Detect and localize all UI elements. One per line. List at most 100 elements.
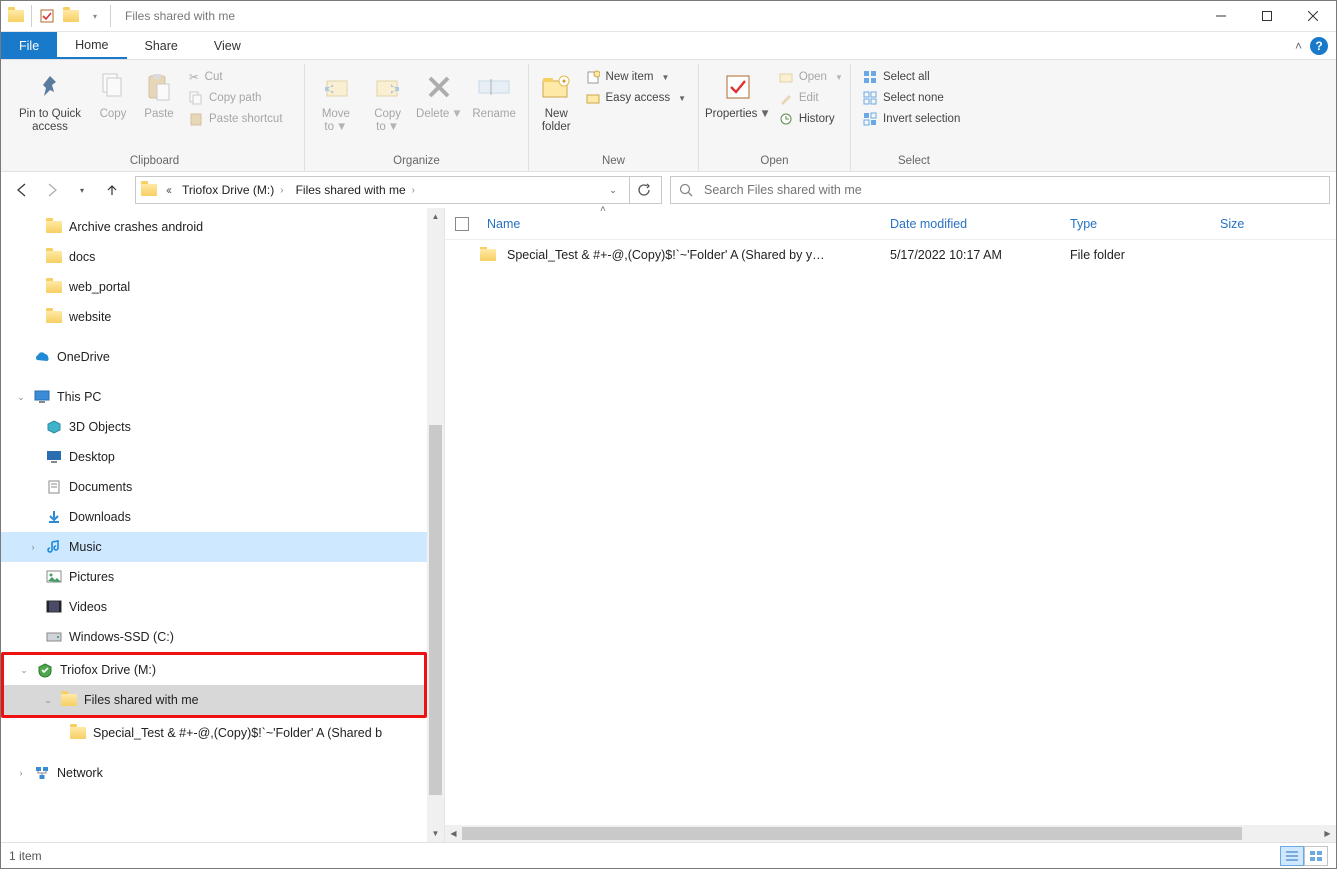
search-icon bbox=[679, 183, 694, 198]
music-icon bbox=[45, 539, 63, 555]
tree-item[interactable]: web_portal bbox=[1, 272, 427, 302]
tree-item[interactable]: ›Network bbox=[1, 758, 427, 788]
large-icons-view-button[interactable] bbox=[1304, 846, 1328, 866]
properties-qat-icon[interactable] bbox=[38, 7, 56, 25]
file-list-pane: Name ˄ Date modified Type Size Special_T… bbox=[445, 208, 1336, 842]
svg-text:✦: ✦ bbox=[561, 77, 568, 86]
tree-item[interactable]: Documents bbox=[1, 472, 427, 502]
easy-access-button[interactable]: Easy access▼ bbox=[580, 89, 692, 107]
scroll-left-button[interactable]: ◀ bbox=[445, 825, 462, 842]
tree-item[interactable]: OneDrive bbox=[1, 342, 427, 372]
back-button[interactable] bbox=[13, 181, 31, 199]
rename-button[interactable]: Rename bbox=[466, 64, 522, 121]
paste-shortcut-button[interactable]: Paste shortcut bbox=[183, 110, 289, 128]
paste-shortcut-icon bbox=[189, 112, 203, 126]
tree-item[interactable]: ⌄This PC bbox=[1, 382, 427, 412]
invert-selection-button[interactable]: Invert selection bbox=[857, 110, 966, 128]
tree-scrollbar[interactable]: ▲ ▼ bbox=[427, 208, 444, 842]
tree-item[interactable]: › Music bbox=[1, 532, 427, 562]
tree-item[interactable]: ⌄ Triofox Drive (M:) bbox=[4, 655, 424, 685]
copy-button[interactable]: Copy bbox=[91, 64, 135, 121]
pin-quick-access-button[interactable]: Pin to Quick access bbox=[11, 64, 89, 133]
select-none-button[interactable]: Select none bbox=[857, 89, 966, 107]
search-box[interactable] bbox=[670, 176, 1330, 204]
tree-item[interactable]: website bbox=[1, 302, 427, 332]
qat-dropdown-icon[interactable]: ▾ bbox=[86, 7, 104, 25]
tab-share[interactable]: Share bbox=[127, 32, 196, 59]
tree-item[interactable]: docs bbox=[1, 242, 427, 272]
tree-item[interactable]: ⌄Files shared with me bbox=[4, 685, 424, 715]
forward-button[interactable] bbox=[43, 181, 61, 199]
minimize-button[interactable] bbox=[1198, 1, 1244, 32]
chevron-down-icon[interactable]: ⌄ bbox=[42, 695, 54, 706]
up-button[interactable] bbox=[103, 181, 121, 199]
tree-item-label: Desktop bbox=[69, 450, 115, 464]
recent-locations-button[interactable]: ▾ bbox=[73, 181, 91, 199]
column-date[interactable]: Date modified bbox=[890, 217, 1070, 231]
tree-item[interactable]: Desktop bbox=[1, 442, 427, 472]
properties-button[interactable]: Properties▼ bbox=[705, 64, 771, 121]
move-to-button[interactable]: Move to▼ bbox=[311, 64, 361, 133]
hscroll-thumb[interactable] bbox=[462, 827, 1242, 840]
collapse-ribbon-icon[interactable]: ˄ bbox=[1295, 39, 1302, 53]
column-name[interactable]: Name ˄ bbox=[455, 217, 890, 231]
paste-button[interactable]: Paste bbox=[137, 64, 181, 121]
history-button[interactable]: History bbox=[773, 110, 849, 128]
chevron-right-icon[interactable]: › bbox=[27, 542, 39, 552]
select-all-checkbox[interactable] bbox=[455, 217, 469, 231]
chevron-down-icon[interactable]: ⌄ bbox=[15, 392, 27, 403]
refresh-button[interactable] bbox=[629, 177, 657, 203]
select-all-button[interactable]: Select all bbox=[857, 68, 966, 86]
new-folder-button[interactable]: ✦ New folder bbox=[535, 64, 578, 133]
delete-button[interactable]: Delete▼ bbox=[415, 64, 465, 121]
tab-view[interactable]: View bbox=[196, 32, 259, 59]
scroll-down-button[interactable]: ▼ bbox=[427, 825, 444, 842]
navigation-pane: Archive crashes androiddocs web_portalweb… bbox=[1, 208, 445, 842]
address-dropdown-button[interactable]: ⌄ bbox=[599, 177, 627, 203]
scroll-right-button[interactable]: ▶ bbox=[1319, 825, 1336, 842]
3d-icon bbox=[45, 419, 63, 435]
column-type[interactable]: Type bbox=[1070, 217, 1220, 231]
scroll-up-button[interactable]: ▲ bbox=[427, 208, 444, 225]
copy-to-button[interactable]: Copy to▼ bbox=[363, 64, 413, 133]
breadcrumb-bar[interactable]: ‹‹ Triofox Drive (M:)› Files shared with… bbox=[135, 176, 662, 204]
desktop-icon bbox=[45, 449, 63, 465]
copy-to-icon bbox=[371, 70, 405, 104]
file-row[interactable]: Special_Test & #+-@,(Copy)$!`~'Folder' A… bbox=[445, 240, 1336, 270]
edit-button[interactable]: Edit bbox=[773, 89, 849, 107]
tree-item-label: Windows-SSD (C:) bbox=[69, 630, 174, 644]
breadcrumb-segment[interactable]: Triofox Drive (M:)› bbox=[178, 183, 288, 197]
tab-file[interactable]: File bbox=[1, 32, 57, 59]
open-button[interactable]: Open▼ bbox=[773, 68, 849, 86]
tree-item[interactable]: Pictures bbox=[1, 562, 427, 592]
tree-item[interactable]: Special_Test & #+-@,(Copy)$!`~'Folder' A… bbox=[1, 718, 427, 748]
title-bar: ▾ Files shared with me bbox=[1, 1, 1336, 32]
chevron-down-icon[interactable]: ⌄ bbox=[18, 665, 30, 676]
history-icon bbox=[779, 112, 793, 126]
tree-item[interactable]: Archive crashes android bbox=[1, 212, 427, 242]
chevron-right-icon[interactable]: › bbox=[15, 768, 27, 778]
help-icon[interactable]: ? bbox=[1310, 37, 1328, 55]
maximize-button[interactable] bbox=[1244, 1, 1290, 32]
details-view-button[interactable] bbox=[1280, 846, 1304, 866]
breadcrumb-segment[interactable]: Files shared with me› bbox=[292, 183, 419, 197]
folder-qat-icon[interactable] bbox=[62, 7, 80, 25]
tab-home[interactable]: Home bbox=[57, 32, 126, 59]
close-button[interactable] bbox=[1290, 1, 1336, 32]
tree-item-label: Triofox Drive (M:) bbox=[60, 663, 156, 677]
ribbon-tabs: File Home Share View ˄ ? bbox=[1, 32, 1336, 60]
tree-item-label: web_portal bbox=[69, 280, 130, 294]
tree-item-label: Music bbox=[69, 540, 102, 554]
horizontal-scrollbar[interactable]: ◀ ▶ bbox=[445, 825, 1336, 842]
copy-path-button[interactable]: Copy path bbox=[183, 89, 289, 107]
new-item-button[interactable]: New item▼ bbox=[580, 68, 692, 86]
tree-item[interactable]: 3D Objects bbox=[1, 412, 427, 442]
cut-button[interactable]: ✂Cut bbox=[183, 68, 289, 86]
scroll-thumb[interactable] bbox=[429, 425, 442, 795]
folder-icon bbox=[45, 309, 63, 325]
tree-item[interactable]: Videos bbox=[1, 592, 427, 622]
tree-item[interactable]: Windows-SSD (C:) bbox=[1, 622, 427, 652]
tree-item[interactable]: Downloads bbox=[1, 502, 427, 532]
search-input[interactable] bbox=[704, 183, 1321, 197]
column-size[interactable]: Size bbox=[1220, 217, 1336, 231]
